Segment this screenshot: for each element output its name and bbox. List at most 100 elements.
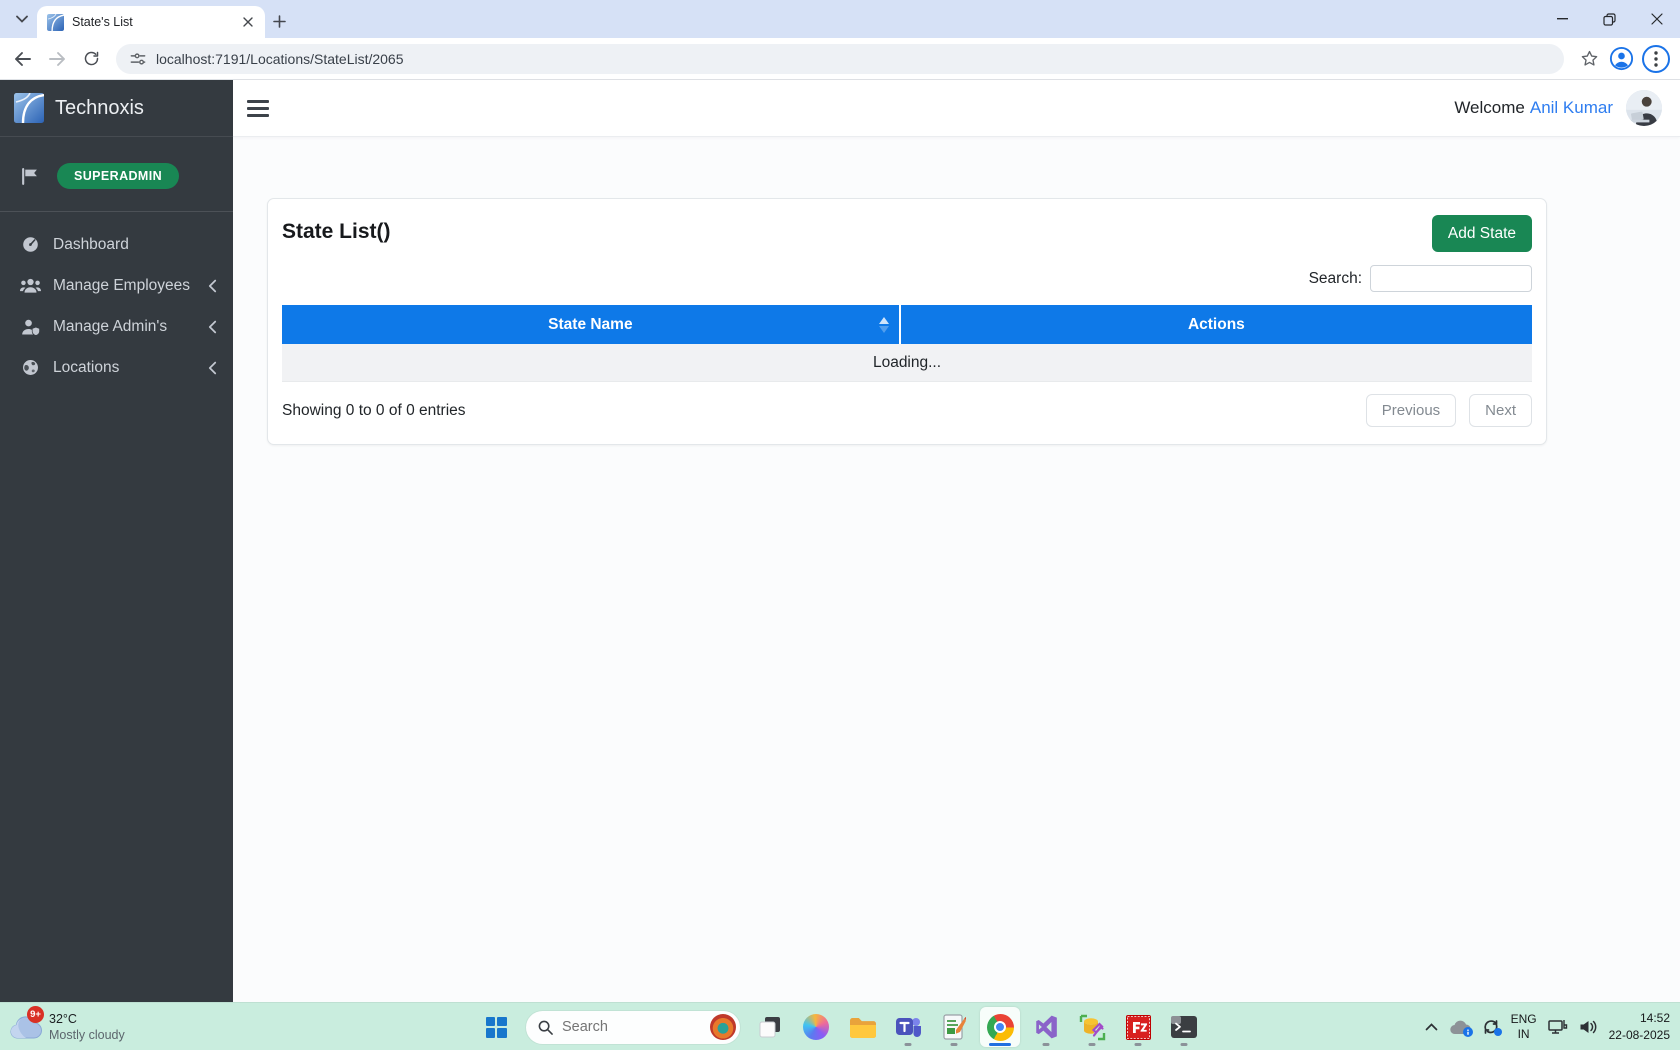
running-indicator (1089, 1043, 1096, 1046)
page-title: State List() (282, 215, 391, 244)
browser-toolbar: localhost:7191/Locations/StateList/2065 (0, 38, 1680, 80)
forward-button[interactable] (40, 42, 74, 76)
column-header-state-name[interactable]: State Name (282, 305, 901, 344)
taskbar-center (476, 1003, 1204, 1050)
weather-widget[interactable]: 9+ 32°C Mostly cloudy (8, 1003, 125, 1050)
sync-badge (1494, 1028, 1502, 1036)
language-indicator[interactable]: ENG IN (1511, 1012, 1537, 1042)
chrome-button-active[interactable] (980, 1007, 1020, 1047)
globe-icon (18, 359, 42, 376)
back-button[interactable] (6, 42, 40, 76)
start-button[interactable] (476, 1007, 516, 1047)
teams-button[interactable] (888, 1007, 928, 1047)
address-bar[interactable]: localhost:7191/Locations/StateList/2065 (116, 44, 1564, 74)
task-view-button[interactable] (750, 1007, 790, 1047)
user-name-link[interactable]: Anil Kumar (1530, 98, 1613, 118)
new-tab-button[interactable] (266, 8, 292, 34)
window-controls (1539, 0, 1680, 38)
sidebar-toggle-button[interactable] (247, 100, 269, 117)
ssms-button[interactable] (1072, 1007, 1112, 1047)
site-favicon-icon (47, 14, 64, 31)
onedrive-cloud-icon[interactable] (1449, 1020, 1471, 1035)
next-page-button[interactable]: Next (1469, 394, 1532, 427)
tab-close-icon[interactable] (239, 13, 257, 31)
search-icon (538, 1020, 553, 1035)
plus-icon (273, 15, 286, 28)
running-indicator (1135, 1043, 1142, 1046)
user-shield-icon (18, 319, 42, 335)
taskbar-search-input[interactable] (562, 1019, 710, 1035)
refresh-icon (83, 50, 100, 67)
weather-temp: 32°C (49, 1011, 125, 1027)
volume-icon[interactable] (1579, 1019, 1598, 1035)
window-minimize-button[interactable] (1539, 0, 1586, 38)
weather-text: 32°C Mostly cloudy (49, 1011, 125, 1044)
pagination: Previous Next (1366, 394, 1532, 427)
tab-search-button[interactable] (8, 7, 36, 31)
notes-button[interactable] (934, 1007, 974, 1047)
close-icon (1651, 13, 1663, 25)
chevron-left-icon (208, 320, 217, 334)
browser-profile-button[interactable] (1606, 44, 1636, 74)
url-text: localhost:7191/Locations/StateList/2065 (156, 51, 404, 67)
role-row: SUPERADMIN (0, 137, 233, 212)
browser-tab-active[interactable]: State's List (37, 6, 265, 38)
language-line2: IN (1511, 1027, 1537, 1042)
sidebar-item-manage-admins[interactable]: Manage Admin's (0, 306, 233, 347)
star-icon (1580, 49, 1599, 68)
users-icon (18, 278, 42, 293)
terminal-button[interactable] (1164, 1007, 1204, 1047)
search-label: Search: (1309, 270, 1362, 288)
running-indicator (905, 1043, 912, 1046)
previous-page-button[interactable]: Previous (1366, 394, 1456, 427)
running-indicator (951, 1043, 958, 1046)
network-icon[interactable] (1548, 1019, 1568, 1036)
add-state-button[interactable]: Add State (1432, 215, 1532, 252)
search-highlight-image[interactable] (710, 1014, 736, 1040)
window-close-button[interactable] (1633, 0, 1680, 38)
chevron-left-icon (208, 361, 217, 375)
sidebar-item-locations[interactable]: Locations (0, 347, 233, 388)
window-restore-button[interactable] (1586, 0, 1633, 38)
column-label: State Name (548, 316, 632, 334)
tray-chevron-up-icon[interactable] (1425, 1023, 1438, 1031)
refresh-button[interactable] (74, 42, 108, 76)
restore-icon (1603, 13, 1616, 26)
table-footer: Showing 0 to 0 of 0 entries Previous Nex… (282, 394, 1532, 427)
welcome-text: Welcome Anil Kumar (1454, 98, 1613, 118)
speedometer-icon (18, 236, 42, 253)
table-loading-row: Loading... (282, 344, 1532, 382)
three-dot-menu-icon (1654, 51, 1658, 67)
chrome-icon (987, 1014, 1014, 1041)
search-input[interactable] (1370, 265, 1532, 292)
browser-menu-button[interactable] (1642, 45, 1670, 73)
file-explorer-button[interactable] (842, 1007, 882, 1047)
sync-status-icon[interactable] (1482, 1018, 1500, 1036)
flag-icon (20, 167, 39, 186)
taskbar-search-box[interactable] (526, 1011, 740, 1044)
tray-date: 22-08-2025 (1609, 1027, 1670, 1044)
sidebar: Technoxis SUPERADMIN Dashboard Manage Em… (0, 80, 233, 1002)
weather-condition: Mostly cloudy (49, 1027, 125, 1043)
filezilla-button[interactable] (1118, 1007, 1158, 1047)
column-header-actions: Actions (901, 305, 1532, 344)
table-info-text: Showing 0 to 0 of 0 entries (282, 402, 466, 420)
brand[interactable]: Technoxis (0, 80, 233, 137)
copilot-icon (803, 1014, 829, 1040)
clock[interactable]: 14:52 22-08-2025 (1609, 1010, 1670, 1044)
main-content: State List() Add State Search: State Nam… (233, 137, 1680, 1002)
copilot-button[interactable] (796, 1007, 836, 1047)
terminal-icon (1171, 1016, 1197, 1038)
chevron-left-icon (208, 279, 217, 293)
bookmark-button[interactable] (1572, 42, 1606, 76)
sidebar-item-label: Dashboard (53, 236, 129, 254)
task-view-icon (757, 1014, 783, 1040)
sidebar-item-dashboard[interactable]: Dashboard (0, 224, 233, 265)
ssms-icon (1079, 1014, 1106, 1041)
visual-studio-button[interactable] (1026, 1007, 1066, 1047)
visual-studio-icon (1033, 1014, 1059, 1040)
app-header: Welcome Anil Kumar (233, 80, 1680, 137)
user-avatar[interactable] (1626, 90, 1662, 126)
sort-icon (879, 317, 889, 333)
sidebar-item-manage-employees[interactable]: Manage Employees (0, 265, 233, 306)
